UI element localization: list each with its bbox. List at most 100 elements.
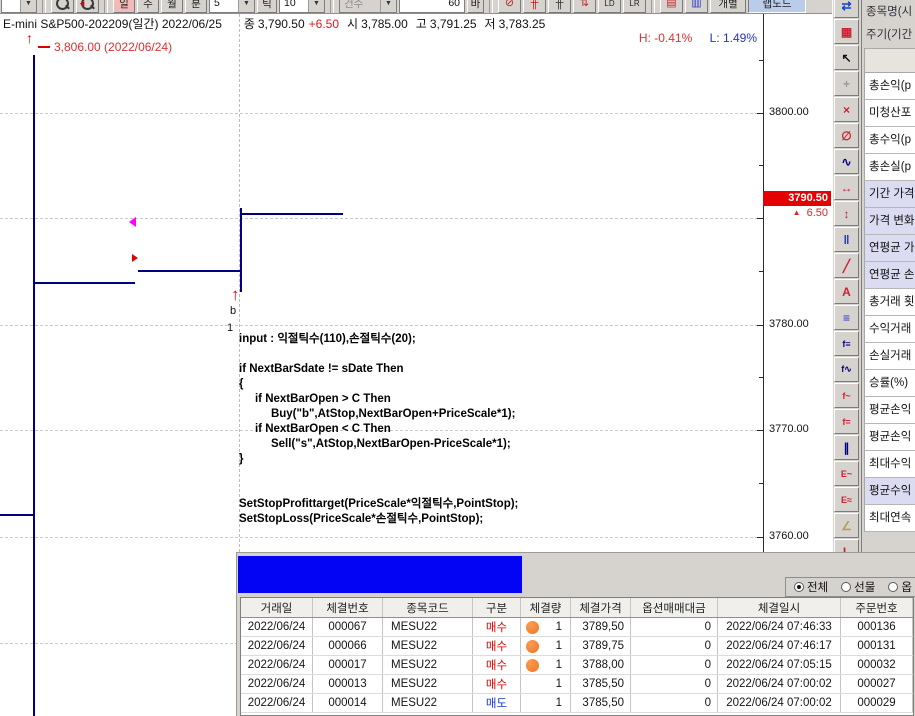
exec-price-cell: 3789,75 bbox=[571, 637, 631, 655]
entry-vertical-line bbox=[240, 208, 242, 292]
table-row[interactable]: 2022/06/24000067MESU22매수13789,5002022/06… bbox=[241, 618, 913, 637]
volume-profile-left-icon: ╫ bbox=[531, 0, 539, 9]
high-label: 고 bbox=[416, 15, 427, 32]
qty-value: 1 bbox=[556, 621, 562, 633]
exec-time-cell: 2022/06/24 07:00:02 bbox=[718, 694, 841, 712]
stat-row: 수익거래 bbox=[864, 316, 915, 343]
ld-button[interactable]: LD bbox=[598, 0, 621, 13]
fib-fan-icon[interactable]: f∿ bbox=[834, 357, 859, 382]
elliott-wave-icon[interactable]: E~ bbox=[834, 461, 859, 486]
column-header[interactable]: 거래일 bbox=[241, 598, 313, 617]
board-blue-icon[interactable]: ▥ bbox=[685, 0, 708, 13]
table-row[interactable]: 2022/06/24000014MESU22매도13785,5002022/06… bbox=[241, 694, 913, 713]
column-header[interactable]: 체결가격 bbox=[571, 598, 631, 617]
lr-button[interactable]: LR bbox=[623, 0, 646, 13]
volume-profile-right-icon: ╫ bbox=[556, 0, 564, 9]
column-header[interactable]: 옵션매매대금 bbox=[631, 598, 718, 617]
signal-clear-icon[interactable]: ⊘ bbox=[498, 0, 521, 13]
tick-combo[interactable]: 10 ▼ bbox=[279, 0, 325, 13]
symbol-code-cell: MESU22 bbox=[383, 675, 473, 693]
execution-table-body: 2022/06/24000067MESU22매수13789,5002022/06… bbox=[241, 618, 913, 713]
horizontal-segment-icon[interactable]: ↔ bbox=[834, 175, 859, 200]
labnode-button[interactable]: 랩노드 bbox=[748, 0, 806, 13]
select-cursor-icon[interactable]: ↖ bbox=[834, 45, 859, 70]
gridline-horizontal bbox=[0, 537, 763, 538]
column-header[interactable]: 구분 bbox=[473, 598, 521, 617]
period-day-button[interactable]: 일 bbox=[113, 0, 135, 13]
vertical-range-icon[interactable]: ↕ bbox=[834, 201, 859, 226]
fib-arc-icon[interactable]: f~ bbox=[834, 383, 859, 408]
chevron-down-icon[interactable]: ▼ bbox=[308, 0, 324, 12]
period-month-button[interactable]: 월 bbox=[161, 0, 183, 13]
mini-chart-icon[interactable]: ∿ bbox=[834, 149, 859, 174]
horizontal-lines-icon[interactable]: ≡ bbox=[834, 305, 859, 330]
chevron-down-icon[interactable]: ▼ bbox=[20, 0, 36, 12]
signal-map-icon[interactable]: ▦ bbox=[834, 19, 859, 44]
erase-one-icon[interactable]: × bbox=[834, 97, 859, 122]
strategy-code: input : 익절틱수(110),손절틱수(20); if NextBarSd… bbox=[239, 332, 518, 527]
axis-scale-icon[interactable]: ⇅ bbox=[573, 0, 596, 13]
column-header[interactable]: 주문번호 bbox=[841, 598, 913, 617]
execution-table-header: 거래일체결번호종목코드구분체결량체결가격옵션매매대금체결일시주문번호 bbox=[241, 598, 913, 618]
tick-combo-value: 10 bbox=[284, 0, 296, 9]
target-dash bbox=[38, 46, 50, 48]
table-row[interactable]: 2022/06/24000017MESU22매수13788,0002022/06… bbox=[241, 656, 913, 675]
column-header[interactable]: 체결량 bbox=[521, 598, 571, 617]
qty-cell: 1 bbox=[521, 618, 571, 636]
erase-all-icon[interactable]: ∅ bbox=[834, 123, 859, 148]
opt-amount-cell: 0 bbox=[631, 618, 718, 636]
exec-time-cell: 2022/06/24 07:46:17 bbox=[718, 637, 841, 655]
axis-price-label: 3800.00 bbox=[769, 106, 809, 118]
execution-panel: 전체 선물 옵 거래일체결번호종목코드구분체결량체결가격옵션매매대금체결일시주문번호… bbox=[236, 552, 915, 716]
trading-app-window: ▼ ◄ 일 주 월 분 5 ▼ 틱 10 ▼ 건수 ▼ bbox=[0, 0, 915, 716]
column-header[interactable]: 체결일시 bbox=[718, 598, 841, 617]
volume-profile-right-icon[interactable]: ╫ bbox=[548, 0, 571, 13]
symbol-combo[interactable]: ▼ bbox=[1, 0, 37, 13]
chevron-down-icon[interactable]: ▼ bbox=[238, 0, 254, 12]
board-red-icon[interactable]: ▤ bbox=[660, 0, 683, 13]
exit-marker-icon bbox=[129, 217, 136, 227]
volume-profile-left-icon[interactable]: ╫ bbox=[523, 0, 546, 13]
table-row[interactable]: 2022/06/24000066MESU22매수13789,7502022/06… bbox=[241, 637, 913, 656]
column-header[interactable]: 종목코드 bbox=[383, 598, 473, 617]
bar-button[interactable]: 바 bbox=[467, 0, 484, 13]
trendline-icon[interactable]: ╱ bbox=[834, 253, 859, 278]
open-label: 시 bbox=[347, 15, 358, 32]
tick-button[interactable]: 틱 bbox=[257, 0, 277, 13]
individual-button[interactable]: 개별 bbox=[710, 0, 746, 13]
stop-line-segment bbox=[240, 213, 343, 215]
table-row[interactable]: 2022/06/24000013MESU22매수13785,5002022/06… bbox=[241, 675, 913, 694]
axis-tick-minor bbox=[759, 271, 763, 272]
qty-value: 1 bbox=[556, 697, 562, 709]
stat-row: 평균손익 bbox=[864, 397, 915, 424]
parallel-channel-icon[interactable]: ∥ bbox=[834, 435, 859, 460]
price-axis[interactable] bbox=[763, 14, 764, 552]
elliott-wave2-icon[interactable]: E≈ bbox=[834, 487, 859, 512]
execution-table[interactable]: 거래일체결번호종목코드구분체결량체결가격옵션매매대금체결일시주문번호 2022/… bbox=[240, 597, 914, 716]
price-bar-icon[interactable]: ‖ bbox=[834, 227, 859, 252]
text-tool-icon[interactable]: A bbox=[834, 279, 859, 304]
crosshair-icon[interactable]: + bbox=[834, 71, 859, 96]
filter-radio-all[interactable]: 전체 bbox=[794, 579, 828, 595]
fib-retracement-icon[interactable]: f≡ bbox=[834, 331, 859, 356]
sync-chart-icon[interactable]: ⇄ bbox=[834, 0, 859, 18]
count-value: 60 bbox=[448, 0, 460, 9]
zoom-reset-button[interactable]: ◄ bbox=[76, 0, 99, 13]
filter-radio-options[interactable]: 옵 bbox=[888, 579, 912, 595]
zoom-in-button[interactable] bbox=[51, 0, 74, 13]
count-field[interactable]: 60 bbox=[399, 0, 465, 13]
minute-combo[interactable]: 5 ▼ bbox=[209, 0, 255, 13]
opt-amount-cell: 0 bbox=[631, 637, 718, 655]
period-minute-button[interactable]: 분 bbox=[185, 0, 207, 13]
period-week-button[interactable]: 주 bbox=[137, 0, 159, 13]
fib-ratio-icon[interactable]: f= bbox=[834, 409, 859, 434]
board-red-icon: ▤ bbox=[666, 0, 676, 9]
buy-marker-label: b bbox=[230, 305, 236, 317]
radio-label: 옵 bbox=[901, 579, 912, 595]
order-no-cell: 000032 bbox=[841, 656, 913, 674]
filter-radio-futures[interactable]: 선물 bbox=[841, 579, 875, 595]
stat-row: 최대연속 bbox=[864, 505, 915, 532]
column-header[interactable]: 체결번호 bbox=[313, 598, 383, 617]
pencil-icon[interactable]: ∠ bbox=[834, 513, 859, 538]
mid-icon-group: ⊘ ╫ ╫ ⇅ bbox=[498, 0, 596, 13]
